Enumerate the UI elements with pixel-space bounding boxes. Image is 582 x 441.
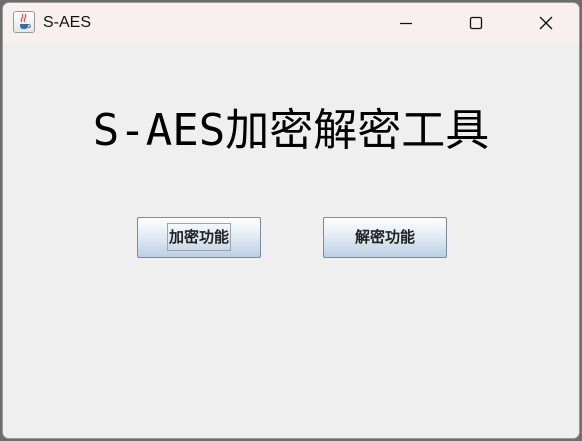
main-panel: S-AES加密解密工具 加密功能 解密功能 [3, 43, 579, 438]
app-window: S-AES S-AES加密解密工具 加密功能 解密功能 [2, 2, 580, 439]
decrypt-button-label: 解密功能 [354, 228, 415, 246]
java-cup-icon [13, 11, 35, 33]
decrypt-button[interactable]: 解密功能 [323, 217, 447, 258]
title-bar[interactable]: S-AES [3, 3, 579, 43]
maximize-button[interactable] [441, 3, 511, 43]
window-title: S-AES [43, 14, 92, 31]
minimize-icon [400, 22, 412, 25]
minimize-button[interactable] [371, 3, 441, 43]
close-button[interactable] [511, 3, 579, 43]
encrypt-button[interactable]: 加密功能 [137, 217, 261, 258]
encrypt-button-label: 加密功能 [166, 223, 231, 251]
page-title: S-AES加密解密工具 [92, 105, 490, 156]
maximize-icon [469, 16, 483, 30]
close-icon [539, 16, 553, 30]
